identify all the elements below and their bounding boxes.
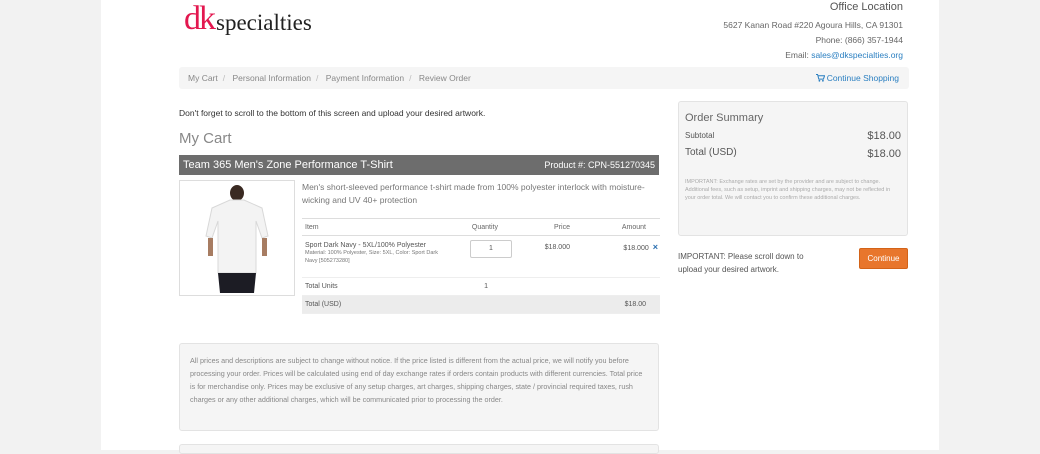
office-email-link[interactable]: sales@dkspecialties.org (811, 50, 903, 60)
quantity-cell: 1 (452, 235, 512, 278)
breadcrumb-separator: / (315, 73, 319, 83)
total-usd-value: $18.00 (582, 295, 660, 314)
pricing-disclaimer: All prices and descriptions are subject … (179, 343, 659, 431)
breadcrumb: My Cart / Personal Information / Payment I… (179, 67, 909, 89)
page-title: My Cart (179, 130, 232, 147)
logo-text: specialties (216, 10, 312, 35)
office-title: Office Location (829, 1, 903, 13)
breadcrumb-personal-information[interactable]: Personal Information (233, 73, 311, 83)
office-email-label: Email: (785, 50, 809, 60)
column-header-quantity: Quantity (452, 218, 512, 236)
summary-note: IMPORTANT: Exchange rates are set by the… (685, 179, 891, 201)
quantity-input[interactable]: 1 (470, 240, 512, 258)
column-header-item: Item (302, 218, 452, 236)
subtotal-value: $18.00 (867, 130, 901, 142)
breadcrumb-review-order[interactable]: Review Order (419, 73, 471, 83)
continue-button[interactable]: Continue (859, 248, 908, 269)
total-label: Total (USD) (685, 147, 737, 158)
subtotal-label: Subtotal (685, 131, 715, 140)
product-description: Men's short-sleeved performance t-shirt … (302, 182, 645, 205)
total-units-label: Total Units (302, 277, 452, 296)
office-phone: Phone: (866) 357-1944 (815, 35, 903, 45)
product-name: Team 365 Men's Zone Performance T-Shirt (183, 159, 393, 171)
tshirt-back-photo (180, 181, 294, 295)
important-notice: IMPORTANT: Please scroll down to upload … (678, 252, 804, 274)
breadcrumb-my-cart[interactable]: My Cart (188, 73, 218, 83)
subtotal-row: Subtotal $18.00 (685, 124, 901, 142)
total-row: Total (USD) $18.00 (685, 142, 901, 160)
item-name: Sport Dark Navy - 5XL/100% Polyester (305, 242, 426, 249)
cart-icon (815, 74, 825, 82)
product-header-bar: Team 365 Men's Zone Performance T-Shirt … (179, 155, 659, 175)
amount-value: $18.000 (623, 245, 649, 252)
amount-cell: $18.000 × (582, 235, 660, 278)
order-summary: Order Summary Subtotal $18.00 Total (USD… (678, 101, 908, 236)
scroll-note: Don't forget to scroll to the bottom of … (179, 108, 486, 118)
table-row: Sport Dark Navy - 5XL/100% Polyester Mat… (302, 235, 660, 278)
item-detail: Material: 100% Polyester, Size: 5XL, Col… (305, 250, 438, 264)
table-row-total-usd: Total (USD) $18.00 (302, 295, 660, 314)
item-cell: Sport Dark Navy - 5XL/100% Polyester Mat… (302, 235, 452, 278)
continue-shopping-link[interactable]: Continue Shopping (815, 67, 899, 89)
cart-items-table: Item Quantity Price Amount Sport Dark Na… (302, 218, 660, 314)
continue-shopping-label: Continue Shopping (826, 73, 899, 83)
office-email-row: Email: sales@dkspecialties.org (723, 48, 903, 63)
price-cell: $18.000 (512, 235, 582, 278)
column-header-price: Price (512, 218, 582, 236)
product-number: Product #: CPN-551270345 (544, 160, 655, 170)
breadcrumb-separator: / (409, 73, 412, 83)
table-row-total-units: Total Units 1 (302, 277, 660, 296)
column-header-amount: Amount (582, 218, 660, 236)
upload-section-edge (179, 444, 659, 454)
order-summary-title: Order Summary (685, 112, 764, 124)
remove-item-icon[interactable]: × (653, 242, 658, 252)
office-info: Office Location 5627 Kanan Road #220 Ago… (723, 0, 903, 63)
breadcrumb-payment-information[interactable]: Payment Information (326, 73, 404, 83)
office-address: 5627 Kanan Road #220 Agoura Hills, CA 91… (723, 20, 903, 30)
total-usd-label: Total (USD) (302, 295, 452, 314)
breadcrumb-separator: / (222, 73, 226, 83)
total-value: $18.00 (867, 148, 901, 160)
product-image[interactable] (179, 180, 295, 296)
total-units-value: 1 (452, 277, 512, 296)
brand-logo[interactable]: dk specialties (184, 2, 312, 36)
logo-mark: dk (184, 0, 216, 37)
